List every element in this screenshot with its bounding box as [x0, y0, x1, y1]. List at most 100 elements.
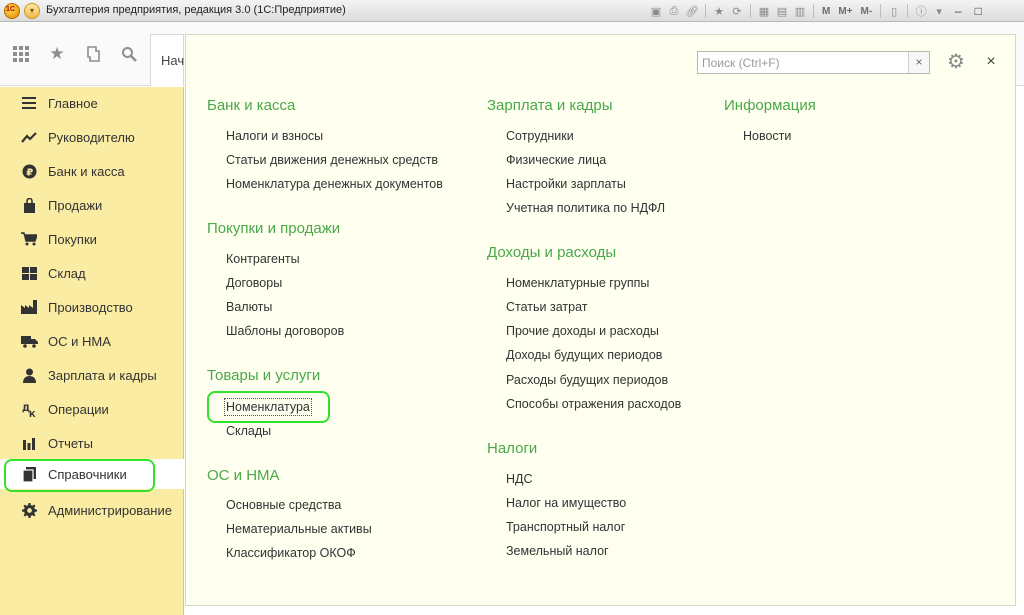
sidebar-item-label: ОС и НМА	[48, 333, 111, 349]
favorites-star-icon[interactable]: ★	[46, 43, 68, 65]
sidebar-item-purchases[interactable]: Покупки	[0, 224, 184, 254]
ruble-icon: ₽	[20, 162, 38, 180]
link-nomenclature-groups[interactable]: Номенклатурные группы	[506, 276, 649, 290]
panel-settings-gear-icon[interactable]: ⚙	[942, 50, 970, 74]
sidebar-item-label: Склад	[48, 265, 86, 281]
link-news[interactable]: Новости	[743, 129, 791, 143]
sidebar-item-label: Главное	[48, 95, 98, 111]
title-toolbar: ▣ ⎙ 🔗︎ ★ ⟳ ▦ ▤ ▥ M M+ M- ▯ ⓘ ▾ – □	[648, 2, 987, 20]
sidebar-item-production[interactable]: Производство	[0, 292, 184, 322]
tab-start-page[interactable]: Нач	[150, 34, 184, 86]
sidebar-item-label: Руководителю	[48, 129, 135, 145]
link-okof-classifier[interactable]: Классификатор ОКОФ	[226, 546, 356, 560]
favorites-icon[interactable]: ★	[711, 3, 727, 19]
link-intangible-assets[interactable]: Нематериальные активы	[226, 522, 372, 536]
link-other-income-expenses[interactable]: Прочие доходы и расходы	[506, 324, 659, 338]
window-layout-icon[interactable]: ▯	[886, 3, 902, 19]
link-employees[interactable]: Сотрудники	[506, 129, 574, 143]
calculator-icon[interactable]: ▦	[756, 3, 772, 19]
link-contracts[interactable]: Договоры	[226, 276, 282, 290]
section-heading-income-expenses: Доходы и расходы	[487, 244, 617, 261]
history-icon[interactable]: ⟳	[729, 3, 745, 19]
sidebar-item-reports[interactable]: Отчеты	[0, 428, 184, 458]
menu-lines-icon	[20, 94, 38, 112]
link-cash-flow-items[interactable]: Статьи движения денежных средств	[226, 153, 438, 167]
bar-chart-icon	[20, 434, 38, 452]
trend-icon	[20, 128, 38, 146]
sidebar-item-label: Администрирование	[48, 502, 172, 518]
link-vat[interactable]: НДС	[506, 472, 533, 486]
section-heading-information: Информация	[724, 97, 816, 114]
sidebar-item-bank[interactable]: ₽ Банк и касса	[0, 156, 184, 186]
link-currencies[interactable]: Валюты	[226, 300, 272, 314]
search-icon[interactable]	[118, 43, 140, 65]
title-bar: 1С ▾ Бухгалтерия предприятия, редакция 3…	[0, 0, 1024, 22]
sidebar-item-director[interactable]: Руководителю	[0, 122, 184, 152]
cart-icon	[20, 230, 38, 248]
section-heading-goods-services: Товары и услуги	[207, 367, 321, 384]
gear-icon	[20, 501, 38, 519]
bag-icon	[20, 196, 38, 214]
nav-icons: ★	[0, 22, 150, 86]
sidebar-item-label: Операции	[48, 401, 109, 417]
maximize-button[interactable]: □	[969, 4, 987, 18]
tab-start-page-label: Нач	[161, 53, 185, 68]
svg-text:₽: ₽	[26, 167, 33, 178]
link-property-tax[interactable]: Налог на имущество	[506, 496, 626, 510]
factory-icon	[20, 298, 38, 316]
minimize-button[interactable]: –	[949, 4, 967, 18]
sidebar-item-warehouse[interactable]: Склад	[0, 258, 184, 288]
link-taxes-contributions[interactable]: Налоги и взносы	[226, 129, 323, 143]
link-cost-items[interactable]: Статьи затрат	[506, 300, 587, 314]
highlight-frame-nomenclature	[207, 391, 330, 423]
warehouse-icon	[20, 264, 38, 282]
close-panel-button[interactable]: ×	[983, 52, 999, 72]
link-warehouses[interactable]: Склады	[226, 424, 271, 438]
history-icon[interactable]	[82, 43, 104, 65]
info-icon[interactable]: ⓘ	[913, 3, 929, 19]
link-counterparties[interactable]: Контрагенты	[226, 252, 300, 266]
link-ndfl-policy[interactable]: Учетная политика по НДФЛ	[506, 201, 665, 215]
link-fixed-assets[interactable]: Основные средства	[226, 498, 341, 512]
sections-sidebar: Главное Руководителю ₽ Банк и касса Прод…	[0, 87, 184, 615]
info-dropdown-icon[interactable]: ▾	[931, 3, 947, 19]
clear-search-button[interactable]: ×	[908, 52, 929, 73]
search-input[interactable]	[699, 53, 907, 72]
app-logo-icon[interactable]: 1С	[4, 3, 20, 19]
link-land-tax[interactable]: Земельный налог	[506, 544, 609, 558]
link-individuals[interactable]: Физические лица	[506, 153, 606, 167]
operations-icon: ДК	[20, 400, 38, 418]
save-icon[interactable]: ▣	[648, 3, 664, 19]
sidebar-item-operations[interactable]: ДК Операции	[0, 394, 184, 424]
window-title: Бухгалтерия предприятия, редакция 3.0 (1…	[46, 4, 346, 16]
calendar-icon[interactable]: ▤	[774, 3, 790, 19]
memory-button[interactable]: M	[819, 6, 833, 17]
main-menu-dropdown-icon[interactable]: ▾	[24, 3, 40, 19]
search-box: ×	[697, 51, 930, 74]
link-transport-tax[interactable]: Транспортный налог	[506, 520, 625, 534]
sidebar-item-fixed-assets[interactable]: ОС и НМА	[0, 326, 184, 356]
memory-plus-button[interactable]: M+	[835, 6, 855, 17]
sidebar-item-admin[interactable]: Администрирование	[0, 495, 184, 525]
sidebar-item-label: Зарплата и кадры	[48, 367, 157, 383]
truck-icon	[20, 332, 38, 350]
sidebar-item-label: Банк и касса	[48, 163, 125, 179]
link-contract-templates[interactable]: Шаблоны договоров	[226, 324, 344, 338]
person-icon	[20, 366, 38, 384]
apps-grid-icon[interactable]	[10, 43, 32, 65]
sidebar-item-salary[interactable]: Зарплата и кадры	[0, 360, 184, 390]
link-deferred-expenses[interactable]: Расходы будущих периодов	[506, 373, 668, 387]
print-icon[interactable]: ⎙	[666, 3, 682, 19]
link-monetary-documents[interactable]: Номенклатура денежных документов	[226, 177, 443, 191]
memory-minus-button[interactable]: M-	[858, 6, 876, 17]
table-icon[interactable]: ▥	[792, 3, 808, 19]
link-expense-methods[interactable]: Способы отражения расходов	[506, 397, 681, 411]
link-deferred-income[interactable]: Доходы будущих периодов	[506, 348, 662, 362]
sidebar-item-sales[interactable]: Продажи	[0, 190, 184, 220]
sidebar-item-main[interactable]: Главное	[0, 88, 184, 118]
sidebar-item-label: Производство	[48, 299, 133, 315]
highlight-frame-catalogs	[4, 459, 155, 492]
link-salary-settings[interactable]: Настройки зарплаты	[506, 177, 626, 191]
link-icon[interactable]: 🔗︎	[684, 3, 700, 19]
section-heading-fixed-assets: ОС и НМА	[207, 467, 280, 484]
